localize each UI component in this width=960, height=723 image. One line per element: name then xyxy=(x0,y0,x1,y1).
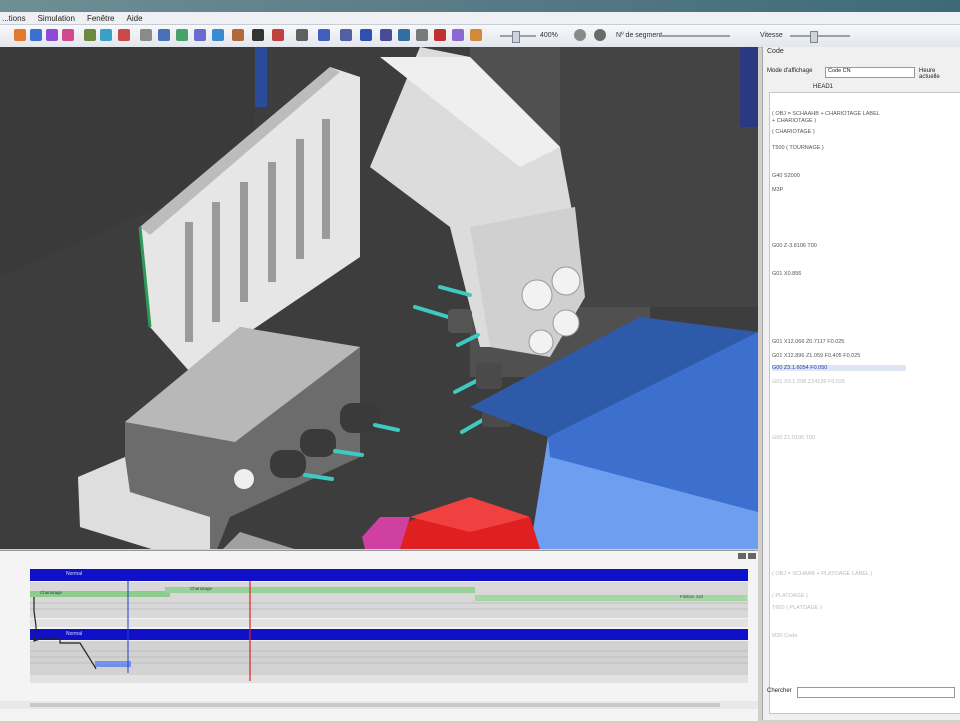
tool-icon-16[interactable] xyxy=(296,29,308,41)
menu-options[interactable]: ...tions xyxy=(2,14,26,23)
tool-icon-4[interactable] xyxy=(62,29,74,41)
tool-icon-23[interactable] xyxy=(434,29,446,41)
code-list[interactable]: ( OBJ = SCHAAHB + CHARIOTAGE LABEL + CHA… xyxy=(769,92,960,714)
machine-scene xyxy=(0,47,758,549)
display-mode-select[interactable]: Code CN xyxy=(825,67,915,78)
window-titlebar xyxy=(0,0,960,12)
code-line[interactable]: + CHARIOTAGE ) xyxy=(772,118,816,124)
code-line[interactable]: G01 X12.066 Z0.7117 F0.025 xyxy=(772,339,844,345)
segment-label: Nº de segment xyxy=(616,32,663,39)
tool-icon-1[interactable] xyxy=(14,29,26,41)
code-line[interactable]: G01 X0.1 Z08 Z24126 F0.025 xyxy=(772,379,845,385)
zoom-value: 400% xyxy=(540,32,558,39)
code-line[interactable]: G40 S2000 xyxy=(772,173,800,179)
code-line-current[interactable]: G00 Z3.1.6054 F0.050 xyxy=(772,365,906,371)
zoom-fit-icon[interactable] xyxy=(574,29,586,41)
tool-icon-13[interactable] xyxy=(232,29,244,41)
search-input[interactable] xyxy=(797,687,955,698)
display-mode-label: Mode d'affichage xyxy=(767,68,813,74)
zoom-reset-icon[interactable] xyxy=(594,29,606,41)
tool-icon-24[interactable] xyxy=(452,29,464,41)
main-toolbar: 400% Nº de segment Vitesse xyxy=(0,25,960,48)
display-mode-row: Mode d'affichage Code CN Heure actuelle xyxy=(767,67,957,80)
tool-icon-12[interactable] xyxy=(212,29,224,41)
code-line[interactable]: ( OBJ = SCHAAHB + CHARIOTAGE LABEL xyxy=(772,111,880,117)
tool-icon-6[interactable] xyxy=(100,29,112,41)
search-row: Chercher xyxy=(767,687,957,700)
channel1-label: Normal xyxy=(66,571,83,577)
code-line[interactable]: G00 Z1.0106 T00 xyxy=(772,435,815,441)
segment-label-2: Chariotage xyxy=(190,586,213,591)
tool-icon-19[interactable] xyxy=(360,29,372,41)
code-line[interactable]: G00 Z-3.8106 T00 xyxy=(772,243,817,249)
speed-slider[interactable] xyxy=(790,35,850,37)
code-panel: Code Mode d'affichage Code CN Heure actu… xyxy=(762,47,960,720)
channel2-label: Normal xyxy=(66,631,83,637)
code-line[interactable]: G01 X0.856 xyxy=(772,271,801,277)
speed-slider-knob[interactable] xyxy=(810,31,818,43)
code-line[interactable]: T600 ( PLATOAGE ) xyxy=(772,605,822,611)
tool-icon-22[interactable] xyxy=(416,29,428,41)
tool-icon-9[interactable] xyxy=(158,29,170,41)
segment-slider[interactable] xyxy=(660,35,730,37)
tool-icon-3[interactable] xyxy=(46,29,58,41)
segment-label-1: Chariotage xyxy=(40,590,63,595)
tool-icon-21[interactable] xyxy=(398,29,410,41)
zoom-slider-knob[interactable] xyxy=(512,31,520,43)
tool-icon-2[interactable] xyxy=(30,29,42,41)
menu-window[interactable]: Fenêtre xyxy=(87,14,115,23)
tool-icon-8[interactable] xyxy=(140,29,152,41)
tool-icon-25[interactable] xyxy=(470,29,482,41)
code-line[interactable]: M3P xyxy=(772,187,783,193)
tool-icon-18[interactable] xyxy=(340,29,352,41)
tool-icon-20[interactable] xyxy=(380,29,392,41)
tool-icon-11[interactable] xyxy=(194,29,206,41)
code-line[interactable]: ( CHARIOTAGE ) xyxy=(772,129,815,135)
code-line[interactable]: ( PLATOAGE ) xyxy=(772,593,808,599)
3d-viewport[interactable] xyxy=(0,47,758,549)
tool-icon-17[interactable] xyxy=(318,29,330,41)
tool-icon-14[interactable] xyxy=(252,29,264,41)
tool-icon-15[interactable] xyxy=(272,29,284,41)
menu-help[interactable]: Aide xyxy=(127,14,143,23)
menu-simulation[interactable]: Simulation xyxy=(38,14,75,23)
tool-icon-5[interactable] xyxy=(84,29,96,41)
tool-icon-7[interactable] xyxy=(118,29,130,41)
menu-bar: ...tions Simulation Fenêtre Aide xyxy=(0,12,960,25)
tool-icon-10[interactable] xyxy=(176,29,188,41)
speed-label: Vitesse xyxy=(760,32,783,39)
code-line[interactable]: ( OBJ = SCHAAB + PLATOAGE LABEL ) xyxy=(772,571,872,577)
code-panel-title: Code xyxy=(767,48,784,55)
code-line[interactable]: G01 X12.896 Z1.059 F0.405 F0.025 xyxy=(772,353,860,359)
timeline-panel[interactable]: Normal Normal Chariotage Chariotage Fini… xyxy=(0,550,758,721)
code-header: HEAD1 xyxy=(813,84,834,90)
timeline-chart xyxy=(0,551,758,721)
current-time-label: Heure actuelle xyxy=(919,68,940,80)
search-label: Chercher xyxy=(767,688,792,694)
code-line[interactable]: T500 ( TOURNAGE ) xyxy=(772,145,824,151)
segment-label-3: Finition 1x0 xyxy=(680,594,704,599)
code-line[interactable]: M30 Code xyxy=(772,633,797,639)
